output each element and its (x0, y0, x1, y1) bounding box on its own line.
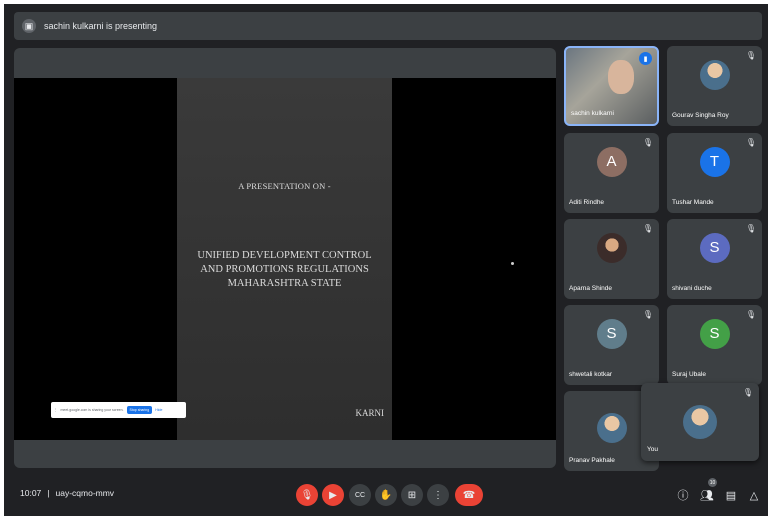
mouse-cursor (511, 262, 514, 265)
raise-hand-button[interactable]: ✋ (375, 484, 397, 506)
participant-name: Pranav Pakhale (569, 457, 615, 464)
hand-icon: ✋ (379, 489, 393, 501)
more-vert-icon: ⋮ (433, 489, 443, 501)
mic-off-icon: 🎙︎ (300, 489, 314, 501)
mic-off-icon: 🎙︎ (745, 138, 756, 147)
meeting-details: 10:07 | uay-cqmo-mmv (20, 488, 114, 498)
participant-name: Gourav Singha Roy (672, 112, 729, 119)
participant-name: Aparna Shinde (569, 285, 613, 292)
present-button[interactable]: ⊞ (401, 484, 423, 506)
slide-title-line: AND PROMOTIONS REGULATIONS (200, 264, 369, 275)
slide-title: UNIFIED DEVELOPMENT CONTROL AND PROMOTIO… (183, 249, 386, 291)
share-handle-icon: ⋮ (54, 408, 58, 412)
people-icon: 👥︎ (700, 489, 714, 502)
video-feed (608, 60, 634, 94)
avatar (699, 59, 730, 90)
slide-title-line: UNIFIED DEVELOPMENT CONTROL (197, 250, 372, 261)
activities-icon: △ (749, 489, 759, 502)
slide-subtitle: A PRESENTATION ON - (238, 181, 331, 191)
presenting-text: sachin kulkarni is presenting (44, 21, 158, 31)
people-button[interactable]: 👥︎ (698, 486, 716, 504)
participant-tile-aparna[interactable]: 🎙︎ Aparna Shinde (564, 219, 659, 299)
participant-tile-shivani[interactable]: 🎙︎ S shivani duche (667, 219, 762, 299)
phone-hangup-icon: ☎ (462, 489, 476, 501)
mic-off-icon: 🎙︎ (742, 388, 753, 397)
participant-name: Tushar Mande (672, 199, 714, 206)
mic-off-icon: 🎙︎ (642, 310, 653, 319)
present-icon: ⊞ (407, 489, 417, 501)
speaking-icon: ▮ (639, 52, 652, 65)
mic-off-icon: 🎙︎ (642, 224, 653, 233)
avatar (596, 412, 627, 443)
presentation-stage[interactable]: A PRESENTATION ON - UNIFIED DEVELOPMENT … (14, 48, 556, 468)
participant-name: shivani duche (672, 285, 712, 292)
chat-button[interactable]: ▤ (722, 486, 740, 504)
participant-tile-tushar[interactable]: 🎙︎ T Tushar Mande (667, 133, 762, 213)
captions-icon: CC (354, 491, 366, 499)
avatar: S (699, 318, 730, 349)
separator: | (47, 488, 50, 498)
clock: 10:07 (20, 488, 42, 498)
participant-tile-gourav[interactable]: 🎙︎ Gourav Singha Roy (667, 46, 762, 126)
mic-off-icon: 🎙︎ (745, 51, 756, 60)
mic-off-icon: 🎙︎ (642, 138, 653, 147)
participant-count-badge: 10 (708, 478, 717, 487)
avatar: S (699, 232, 730, 263)
screen-share-bar: ⋮ meet.google.com is sharing your screen… (51, 402, 186, 418)
participant-tile-sachin-kulkarni[interactable]: ▮ sachin kulkarni (564, 46, 659, 126)
meeting-code: uay-cqmo-mmv (55, 488, 115, 498)
avatar: S (596, 318, 627, 349)
chat-icon: ▤ (725, 489, 737, 502)
control-bar: 10:07 | uay-cqmo-mmv 🎙︎ ▶ CC ✋ ⊞ ⋮ ☎ ⓘ 👥… (4, 474, 768, 516)
mic-toggle-button[interactable]: 🎙︎ (296, 484, 318, 506)
more-options-button[interactable]: ⋮ (427, 484, 449, 506)
participant-name: You (647, 446, 658, 453)
info-icon: ⓘ (677, 490, 689, 502)
stop-sharing-button[interactable]: Stop sharing (126, 406, 153, 414)
participant-name: Aditi Rindhe (569, 199, 605, 206)
participant-tile-aditi[interactable]: 🎙︎ A Aditi Rindhe (564, 133, 659, 213)
avatar (596, 232, 627, 263)
avatar: T (699, 146, 730, 177)
shared-screen: A PRESENTATION ON - UNIFIED DEVELOPMENT … (14, 78, 556, 440)
participant-tile-suraj[interactable]: 🎙︎ S Suraj Ubale (667, 305, 762, 385)
slide: A PRESENTATION ON - UNIFIED DEVELOPMENT … (177, 78, 392, 440)
slide-title-line: MAHARASHTRA STATE (227, 278, 342, 289)
captions-button[interactable]: CC (349, 484, 371, 506)
participant-tile-shwetali[interactable]: 🎙︎ S shwetali kotkar (564, 305, 659, 385)
activities-button[interactable]: △ (745, 486, 763, 504)
mic-off-icon: 🎙︎ (745, 224, 756, 233)
mic-off-icon: 🎙︎ (745, 310, 756, 319)
participant-name: Suraj Ubale (672, 371, 706, 378)
slide-author-partial: KARNI (355, 408, 385, 418)
participant-name: shwetali kotkar (569, 371, 612, 378)
meet-window: ▣ sachin kulkarni is presenting A PRESEN… (4, 4, 768, 516)
avatar (683, 405, 717, 439)
participant-name: sachin kulkarni (571, 110, 614, 117)
leave-call-button[interactable]: ☎ (455, 484, 483, 506)
present-icon: ▣ (22, 19, 36, 33)
avatar: A (596, 146, 627, 177)
camera-toggle-button[interactable]: ▶ (322, 484, 344, 506)
self-view-tile[interactable]: 🎙︎ You (641, 383, 759, 461)
hide-button[interactable]: Hide (155, 408, 162, 412)
presenting-banner: ▣ sachin kulkarni is presenting (14, 12, 762, 40)
meeting-info-button[interactable]: ⓘ (674, 486, 692, 504)
share-message: meet.google.com is sharing your screen. (60, 408, 124, 412)
camera-off-icon: ▶ (329, 489, 337, 501)
